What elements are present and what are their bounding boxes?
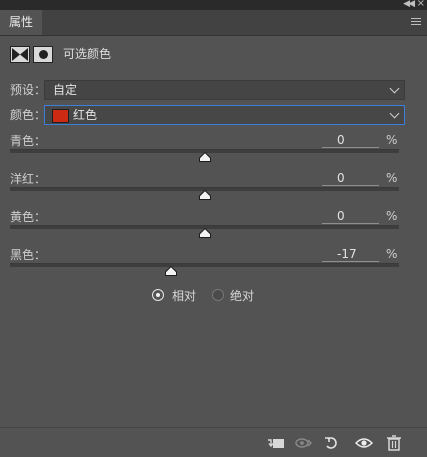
slider-thumb[interactable] bbox=[165, 266, 178, 276]
slider-value-input[interactable]: 0 bbox=[322, 209, 379, 224]
tab-properties[interactable]: 属性 bbox=[0, 10, 42, 35]
collapse-panel-icon[interactable]: ◀◀ bbox=[403, 0, 415, 9]
slider-value-text: 0 bbox=[337, 171, 345, 185]
relative-radio[interactable] bbox=[152, 289, 164, 301]
slider-value-input[interactable]: 0 bbox=[322, 171, 379, 186]
absolute-label[interactable]: 绝对 bbox=[230, 287, 254, 304]
layer-mask-icon[interactable] bbox=[33, 46, 53, 63]
adjustment-title: 可选颜色 bbox=[63, 47, 112, 61]
panel-footer bbox=[0, 427, 427, 457]
trash-icon[interactable] bbox=[384, 434, 404, 452]
slider-thumb[interactable] bbox=[198, 228, 211, 238]
close-panel-icon[interactable]: × bbox=[417, 0, 425, 9]
colors-value: 红色 bbox=[73, 108, 98, 122]
preset-select[interactable]: 自定 bbox=[44, 80, 405, 100]
reset-icon[interactable] bbox=[322, 434, 342, 452]
visibility-eye-icon[interactable] bbox=[354, 434, 374, 452]
panel-top-strip: ◀◀ × bbox=[0, 0, 427, 10]
slider-thumb[interactable] bbox=[198, 152, 211, 162]
absolute-radio[interactable] bbox=[212, 289, 224, 301]
color-swatch bbox=[52, 109, 69, 123]
slider-value-input[interactable]: 0 bbox=[322, 133, 379, 148]
slider-value-text: -17 bbox=[337, 247, 357, 261]
colors-label: 颜色： bbox=[10, 108, 47, 122]
preset-value: 自定 bbox=[53, 83, 78, 97]
slider-value-input[interactable]: -17 bbox=[322, 247, 379, 262]
panel-menu-icon[interactable] bbox=[411, 18, 421, 27]
slider-thumb[interactable] bbox=[198, 190, 211, 200]
slider-label: 洋红： bbox=[10, 172, 47, 186]
chevron-down-icon bbox=[389, 108, 400, 119]
slider-label: 黄色： bbox=[10, 210, 47, 224]
slider-value-text: 0 bbox=[337, 133, 345, 147]
view-previous-state-icon[interactable] bbox=[294, 434, 314, 452]
preset-label: 预设： bbox=[10, 83, 47, 97]
percent-unit: % bbox=[386, 171, 398, 185]
panel-tab-bar: 属性 bbox=[0, 10, 427, 36]
chevron-down-icon bbox=[389, 83, 400, 94]
slider-value-text: 0 bbox=[337, 209, 345, 223]
clip-to-layer-icon[interactable] bbox=[266, 434, 286, 452]
colors-select[interactable]: 红色 bbox=[44, 105, 405, 125]
relative-label[interactable]: 相对 bbox=[172, 287, 196, 304]
percent-unit: % bbox=[386, 209, 398, 223]
percent-unit: % bbox=[386, 133, 398, 147]
slider-label: 黑色： bbox=[10, 248, 47, 262]
percent-unit: % bbox=[386, 247, 398, 261]
slider-track[interactable] bbox=[10, 263, 399, 267]
adjustment-layer-icon[interactable] bbox=[10, 46, 30, 63]
slider-label: 青色： bbox=[10, 134, 47, 148]
